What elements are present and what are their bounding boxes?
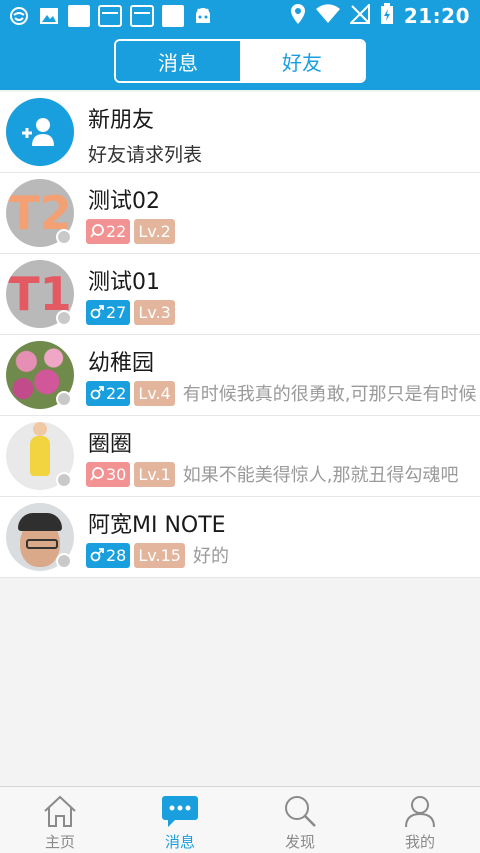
friend-name: 圈圈 <box>88 432 133 457</box>
new-friend-row[interactable]: 新朋友 好友请求列表 <box>0 92 480 173</box>
friend-signature: 如果不能美得惊人,那就丑得勾魂吧 <box>182 465 459 486</box>
clock: 21:20 <box>403 4 470 28</box>
nav-profile[interactable]: 我的 <box>360 787 480 853</box>
status-bar: 21:20 <box>0 0 480 32</box>
level-badge: Lv.2 <box>134 218 175 244</box>
add-friend-avatar <box>6 98 74 166</box>
tab-messages[interactable]: 消息 <box>116 41 240 81</box>
male-icon <box>90 305 104 319</box>
person-icon <box>400 791 440 831</box>
nav-profile-label: 我的 <box>404 833 435 851</box>
calendar-notification-icon <box>130 5 154 27</box>
male-icon <box>90 386 104 400</box>
nav-messages-label: 消息 <box>164 833 195 851</box>
nav-messages[interactable]: 消息 <box>120 787 240 853</box>
male-icon <box>90 548 104 562</box>
friend-meta: 30 Lv.1 如果不能美得惊人,那就丑得勾魂吧 <box>86 461 459 487</box>
friend-signature: 好的 <box>192 546 229 567</box>
offline-status-dot <box>56 310 72 326</box>
level-badge: Lv.15 <box>134 542 185 568</box>
friend-list: 新朋友 好友请求列表 T2 测试02 22 Lv.2 T1 测试01 27 Lv… <box>0 92 480 578</box>
age-text: 27 <box>106 302 127 322</box>
age-text: 22 <box>106 383 127 403</box>
android-notification-icon <box>192 5 214 27</box>
nav-home[interactable]: 主页 <box>0 787 120 853</box>
offline-status-dot <box>56 229 72 245</box>
gender-age-badge: 27 <box>86 299 131 325</box>
gender-age-badge: 30 <box>86 461 131 487</box>
age-text: 30 <box>106 464 127 484</box>
list-item[interactable]: 幼稚园 22 Lv.4 有时候我真的很勇敢,可那只是有时候 <box>0 335 480 416</box>
gender-age-badge: 22 <box>86 380 131 406</box>
location-icon <box>290 3 306 29</box>
age-text: 22 <box>106 221 127 241</box>
friend-meta: 27 Lv.3 <box>86 299 175 325</box>
tab-friends[interactable]: 好友 <box>240 41 364 81</box>
segmented-tabs: 消息 好友 <box>114 39 366 83</box>
add-person-icon <box>22 118 54 146</box>
smiley-notification-icon <box>8 5 30 27</box>
friend-name: 阿宽MI NOTE <box>88 513 226 538</box>
friend-name: 幼稚园 <box>88 351 155 376</box>
calendar-notification-icon <box>98 5 122 27</box>
friend-name: 测试02 <box>88 189 160 214</box>
blank-notification-icon <box>68 5 90 27</box>
nav-discover[interactable]: 发现 <box>240 787 360 853</box>
wifi-icon <box>315 4 340 28</box>
gender-age-badge: 28 <box>86 542 131 568</box>
nav-home-label: 主页 <box>44 833 75 851</box>
offline-status-dot <box>56 391 72 407</box>
friend-meta: 28 Lv.15 好的 <box>86 542 229 568</box>
chat-bubble-small-icon <box>90 467 104 481</box>
offline-status-dot <box>56 553 72 569</box>
age-text: 28 <box>106 545 127 565</box>
app-header: 消息 好友 <box>0 32 480 90</box>
offline-status-dot <box>56 472 72 488</box>
new-friend-title: 新朋友 <box>88 108 155 133</box>
level-badge: Lv.1 <box>134 461 175 487</box>
friend-meta: 22 Lv.2 <box>86 218 175 244</box>
battery-charging-icon <box>380 3 394 29</box>
list-item[interactable]: T1 测试01 27 Lv.3 <box>0 254 480 335</box>
no-signal-icon <box>348 2 370 28</box>
list-item[interactable]: 圈圈 30 Lv.1 如果不能美得惊人,那就丑得勾魂吧 <box>0 416 480 497</box>
friend-signature: 有时候我真的很勇敢,可那只是有时候 <box>182 384 477 405</box>
friend-meta: 22 Lv.4 有时候我真的很勇敢,可那只是有时候 <box>86 380 477 406</box>
list-item[interactable]: T2 测试02 22 Lv.2 <box>0 173 480 254</box>
list-item[interactable]: 阿宽MI NOTE 28 Lv.15 好的 <box>0 497 480 578</box>
chat-bubble-icon <box>160 791 200 831</box>
home-icon <box>40 791 80 831</box>
image-notification-icon <box>38 5 60 27</box>
level-badge: Lv.4 <box>134 380 175 406</box>
blank-notification-icon <box>162 5 184 27</box>
level-badge: Lv.3 <box>134 299 175 325</box>
bottom-nav: 主页 消息 发现 我的 <box>0 786 480 853</box>
nav-discover-label: 发现 <box>284 833 315 851</box>
friend-name: 测试01 <box>88 270 160 295</box>
gender-age-badge: 22 <box>86 218 131 244</box>
new-friend-subtitle: 好友请求列表 <box>88 144 203 166</box>
search-icon <box>280 791 320 831</box>
chat-bubble-small-icon <box>90 224 104 238</box>
